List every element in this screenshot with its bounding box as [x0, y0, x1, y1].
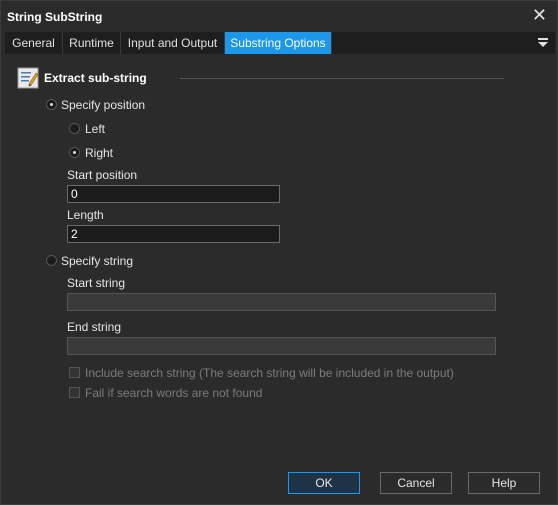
start-string-label: Start string [67, 276, 126, 290]
tab-bar: General Runtime Input and Output Substri… [5, 32, 555, 54]
right-label[interactable]: Right [85, 146, 113, 160]
options-panel: Extract sub-string Specify position Left… [5, 54, 555, 454]
dialog-window: String SubString ✕ General Runtime Input… [0, 0, 558, 505]
fail-if-not-found-checkbox[interactable] [69, 387, 80, 398]
tab-runtime[interactable]: Runtime [63, 32, 121, 54]
menu-icon[interactable] [537, 34, 549, 50]
tab-input-output[interactable]: Input and Output [121, 32, 225, 54]
right-radio[interactable] [69, 147, 80, 158]
edit-text-icon [17, 67, 39, 89]
length-input[interactable]: 2 [67, 225, 280, 243]
left-label[interactable]: Left [85, 122, 105, 136]
help-button[interactable]: Help [468, 472, 540, 494]
left-radio[interactable] [69, 123, 80, 134]
specify-string-radio[interactable] [46, 255, 57, 266]
tab-substring-options[interactable]: Substring Options [225, 32, 332, 54]
fail-if-not-found-label[interactable]: Fail if search words are not found [85, 386, 262, 400]
start-position-label: Start position [67, 168, 138, 182]
group-title: Extract sub-string [44, 71, 147, 85]
include-search-string-label[interactable]: Include search string (The search string… [85, 366, 454, 380]
specify-position-label[interactable]: Specify position [61, 98, 145, 112]
start-string-input[interactable] [67, 293, 496, 311]
title-bar: String SubString ✕ [1, 1, 557, 31]
specify-position-radio[interactable] [46, 99, 57, 110]
window-title: String SubString [7, 10, 103, 24]
group-divider [180, 78, 504, 79]
start-position-input[interactable]: 0 [67, 185, 280, 203]
end-string-input[interactable] [67, 337, 496, 355]
length-label: Length [67, 208, 104, 222]
include-search-string-checkbox[interactable] [69, 367, 80, 378]
end-string-label: End string [67, 320, 122, 334]
close-icon[interactable]: ✕ [532, 5, 547, 25]
specify-string-label[interactable]: Specify string [61, 254, 133, 268]
tab-general[interactable]: General [5, 32, 63, 54]
cancel-button[interactable]: Cancel [380, 472, 452, 494]
ok-button[interactable]: OK [288, 472, 360, 494]
